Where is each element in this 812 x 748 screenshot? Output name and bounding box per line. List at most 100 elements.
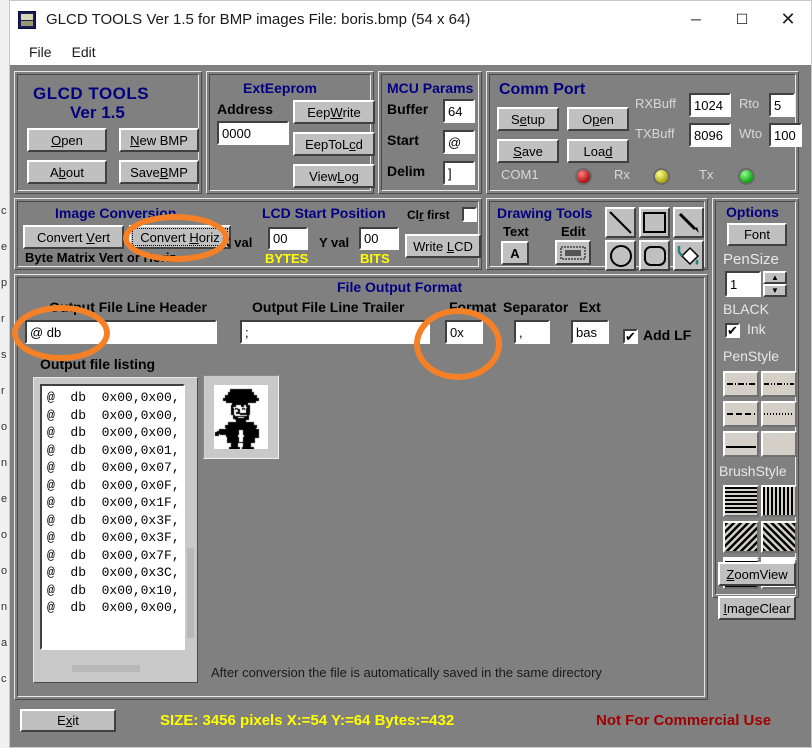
save-bmp-button[interactable]: SaveBMP [119, 160, 199, 184]
x-val-label: X val [222, 235, 252, 250]
new-bmp-button[interactable]: New BMP [119, 128, 199, 152]
ink-label: Ink [747, 321, 766, 337]
y-val-input[interactable]: 00 [359, 227, 399, 250]
menu-edit[interactable]: Edit [63, 41, 105, 63]
output-listing[interactable]: @ db 0x00,0x00,@ db 0x00,0x00,@ db 0x00,… [40, 384, 185, 650]
brush-horizontal-swatch[interactable] [723, 485, 759, 517]
client-area: GLCD TOOLS Ver 1.5 Open New BMP About Sa… [10, 65, 811, 747]
txbuff-label: TXBuff [635, 126, 675, 141]
save-bmp-label: Save [130, 165, 160, 180]
brush-vertical-swatch[interactable] [761, 485, 797, 517]
view-log-button[interactable]: ViewLog [293, 164, 375, 188]
start-input[interactable]: @ [443, 130, 475, 154]
rectangle-tool-button[interactable] [639, 207, 670, 238]
background-text-fragment: o [1, 421, 7, 433]
convert-vert-button[interactable]: Convert Vert [23, 225, 124, 249]
penstyle-dotted-swatch[interactable] [761, 401, 797, 427]
comm-load-button[interactable]: Load [567, 139, 629, 163]
background-text-fragment: o [1, 565, 7, 577]
clr-first-checkbox[interactable] [462, 207, 477, 222]
format-input[interactable]: 0x [445, 320, 483, 344]
txbuff-input[interactable]: 8096 [689, 123, 731, 147]
eep-to-lcd-button[interactable]: EepToLcd [293, 132, 375, 156]
comm-open-button[interactable]: Open [567, 107, 629, 131]
x-val-input[interactable]: 00 [268, 227, 308, 250]
glcd-app-icon [18, 11, 36, 29]
text-tool-button[interactable]: A [501, 241, 529, 265]
ellipse-tool-button[interactable] [605, 240, 636, 271]
pensize-input[interactable]: 1 [725, 271, 761, 297]
about-button[interactable]: About [27, 160, 107, 184]
rounded-rect-tool-button[interactable] [639, 240, 670, 271]
wto-input[interactable]: 100 [769, 123, 802, 147]
listing-line: @ db 0x00,0x00, [47, 407, 178, 425]
buffer-input[interactable]: 64 [443, 99, 475, 123]
rx-label: Rx [614, 167, 630, 182]
comm-save-button[interactable]: Save [497, 139, 559, 163]
output-header-input[interactable]: @ db [25, 320, 217, 344]
image-conversion-title: Image Conversion [55, 205, 176, 221]
output-trailer-input[interactable]: ; [240, 320, 430, 344]
background-text-fragment: o [1, 529, 7, 541]
rto-input[interactable]: 5 [769, 93, 795, 117]
exit-button[interactable]: Exit [20, 709, 116, 732]
bitmap-preview-frame [203, 375, 279, 459]
eep-write-label: rite [343, 105, 361, 120]
y-units-label: BITS [360, 251, 390, 266]
fill-bucket-tool-button[interactable] [673, 240, 704, 271]
background-text-fragment: r [1, 313, 5, 325]
background-text-fragment: c [1, 205, 7, 217]
image-clear-label: mageClear [727, 601, 791, 616]
tx-led [738, 168, 755, 185]
eeprom-address-input[interactable]: 0000 [217, 121, 289, 145]
zoom-view-button[interactable]: ZoomView [718, 562, 796, 586]
maximize-button[interactable]: ☐ [719, 1, 765, 37]
separator-input[interactable]: , [514, 320, 550, 344]
pencil-tool-button[interactable] [673, 207, 704, 238]
add-lf-checkbox[interactable]: ✔ [623, 329, 638, 344]
listing-line: @ db 0x00,0x3F, [47, 529, 178, 547]
minimize-button[interactable]: ─ [673, 1, 719, 37]
comm-open-label: en [599, 112, 613, 127]
close-button[interactable]: ✕ [765, 1, 811, 37]
comm-setup-button[interactable]: Setup [497, 107, 559, 131]
tx-label: Tx [699, 167, 713, 182]
penstyle-dash-dot-swatch[interactable] [723, 371, 759, 397]
listing-vertical-scrollbar[interactable] [187, 548, 194, 638]
line-tool-button[interactable] [605, 207, 636, 238]
brush-fdiagonal-icon [763, 523, 795, 551]
ext-input[interactable]: bas [571, 320, 609, 344]
ext-eeprom-group: ExtEeprom Address 0000 EepWrite EepToLcd… [206, 71, 374, 194]
options-group: Options Font PenSize 1 ▲ ▼ BLACK ✔ Ink P… [712, 198, 799, 598]
rxbuff-label: RXBuff [635, 96, 676, 111]
image-clear-button[interactable]: ImageClear [718, 596, 796, 620]
brand-line2: Ver 1.5 [70, 103, 125, 123]
pensize-down-button[interactable]: ▼ [763, 284, 787, 297]
brush-bdiagonal-swatch[interactable] [723, 521, 759, 553]
pencil-tool-icon [676, 210, 702, 236]
penstyle-dash-dot-dot-swatch[interactable] [761, 371, 797, 397]
edit-tool-button[interactable] [555, 240, 591, 265]
delim-input[interactable]: ] [443, 161, 475, 185]
comm-port-group: Comm Port Setup Open Save Load RXBuff 10… [486, 71, 799, 194]
ink-checkbox[interactable]: ✔ [725, 323, 740, 338]
view-log-label: View [309, 169, 337, 184]
font-button[interactable]: Font [727, 223, 787, 246]
eep-write-button[interactable]: EepWrite [293, 100, 375, 124]
ink-color-label: BLACK [723, 301, 769, 317]
separator-label: Separator [503, 299, 568, 315]
convert-horiz-button[interactable]: Convert Horiz [129, 225, 231, 249]
penstyle-solid-swatch[interactable] [723, 431, 759, 457]
write-lcd-button[interactable]: Write LCD [405, 234, 481, 258]
listing-horizontal-scrollbar[interactable] [72, 665, 140, 672]
brush-fdiagonal-swatch[interactable] [761, 521, 797, 553]
open-button[interactable]: Open [27, 128, 107, 152]
menu-file[interactable]: File [20, 41, 61, 63]
penstyle-none-swatch[interactable] [761, 431, 797, 457]
background-text-fragment: r [1, 385, 5, 397]
penstyle-dashed-swatch[interactable] [723, 401, 759, 427]
pensize-up-button[interactable]: ▲ [763, 271, 787, 284]
bitmap-preview[interactable] [214, 385, 268, 449]
rxbuff-input[interactable]: 1024 [689, 93, 731, 117]
main-window: GLCD TOOLS Ver 1.5 for BMP images File: … [9, 0, 812, 748]
